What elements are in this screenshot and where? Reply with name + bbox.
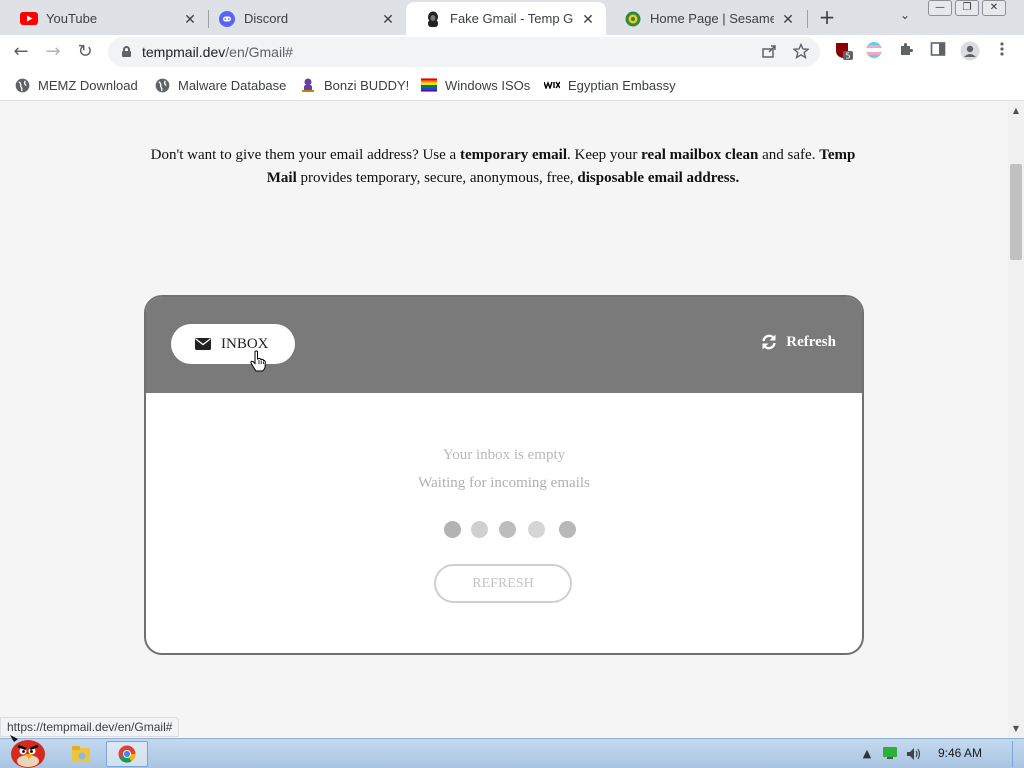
url-path: /en/Gmail# (225, 44, 293, 60)
tab-label: Fake Gmail - Temp GMail (450, 11, 574, 26)
globe-icon (14, 77, 30, 93)
file-explorer-icon[interactable] (66, 741, 96, 767)
url-host: tempmail.dev (142, 44, 226, 60)
refresh-icon (760, 333, 778, 351)
refresh-label: Refresh (786, 333, 836, 350)
tab-fake-gmail[interactable]: Fake Gmail - Temp GMail ✕ (406, 2, 606, 35)
back-button[interactable]: ← (10, 41, 32, 63)
inbox-button[interactable]: INBOX (171, 324, 295, 364)
windows-taskbar: ▲ 9:46 AM (0, 735, 1024, 768)
tab-label: YouTube (46, 11, 98, 26)
url-text[interactable]: tempmail.dev/en/Gmail# (142, 44, 293, 60)
youtube-icon (20, 11, 38, 27)
intro-text: Don't want to give them your email addre… (140, 144, 866, 190)
intro-bold: disposable email address. (577, 170, 740, 186)
tab-discord[interactable]: Discord ✕ (200, 2, 406, 35)
bookmark-bonzi-buddy[interactable]: Bonzi BUDDY! (300, 75, 409, 95)
minimize-button[interactable]: — (928, 0, 952, 16)
restore-button[interactable]: ❐ (955, 0, 979, 16)
address-bar[interactable]: tempmail.dev/en/Gmail# (108, 37, 820, 67)
share-icon[interactable] (760, 43, 778, 61)
bookmark-star-icon[interactable] (792, 42, 810, 61)
tab-strip: YouTube ✕ Discord ✕ Fake Gmail - Temp GM… (0, 0, 1024, 35)
menu-kebab-icon[interactable] (992, 41, 1012, 61)
scroll-down-arrow-icon[interactable]: ▼ (1008, 722, 1024, 736)
loading-dot (559, 521, 576, 538)
tab-close-icon[interactable]: ✕ (580, 11, 596, 27)
bookmark-windows-isos[interactable]: Windows ISOs (421, 75, 530, 95)
tab-label: Discord (244, 11, 289, 26)
loading-dot (499, 521, 516, 538)
new-tab-button[interactable]: + (816, 6, 838, 28)
inbox-header: INBOX Refresh (146, 297, 862, 393)
loading-dot (444, 521, 461, 538)
reload-button[interactable]: ↻ (74, 41, 96, 63)
close-window-button[interactable]: ✕ (982, 0, 1006, 16)
intro-bold: temporary email (459, 147, 568, 163)
inbox-card: INBOX Refresh Your inbox is empty Waitin… (144, 295, 864, 655)
bookmark-label: MEMZ Download (38, 77, 138, 93)
globe-icon (154, 77, 170, 93)
intro-part: . Keep your (567, 147, 642, 163)
puzzle-extensions-icon[interactable] (896, 41, 916, 61)
bookmark-egyptian-embassy[interactable]: Egyptian Embassy (544, 75, 676, 95)
chrome-taskbar-icon[interactable] (106, 741, 148, 767)
intro-part: Don't want to give them your email addre… (150, 147, 460, 163)
tab-close-icon[interactable]: ✕ (380, 11, 396, 27)
volume-icon[interactable] (906, 747, 921, 761)
loading-dot (528, 521, 545, 538)
extension-badge: 5 (845, 52, 850, 61)
loading-dot (471, 521, 488, 538)
bookmark-label: Egyptian Embassy (568, 77, 676, 93)
tab-label: Home Page | Sesame Street (650, 11, 774, 26)
trans-flag-extension-icon[interactable] (864, 41, 884, 61)
envelope-icon (195, 338, 211, 350)
tab-youtube[interactable]: YouTube ✕ (2, 2, 208, 35)
refresh-button[interactable]: REFRESH (434, 564, 572, 603)
scroll-up-arrow-icon[interactable]: ▲ (1008, 104, 1024, 118)
start-button-angry-bird-icon[interactable] (2, 733, 50, 768)
refresh-link[interactable]: Refresh (760, 333, 836, 351)
discord-icon (218, 10, 236, 27)
empty-inbox-subtitle: Waiting for incoming emails (418, 475, 590, 491)
forward-button[interactable]: → (42, 41, 64, 63)
tab-sesame-street[interactable]: Home Page | Sesame Street ✕ (606, 2, 806, 35)
intro-part: and safe. (758, 147, 820, 163)
bonzi-icon (300, 77, 316, 93)
bookmark-malware-database[interactable]: Malware Database (154, 75, 286, 95)
window-controls: — ❐ ✕ (925, 0, 1006, 18)
profile-avatar-icon[interactable] (960, 41, 980, 61)
bookmark-label: Malware Database (178, 77, 287, 93)
vertical-scrollbar[interactable]: ▲ ▼ (1008, 102, 1024, 737)
hacker-icon (424, 11, 442, 27)
hand-cursor-icon (250, 350, 266, 372)
network-icon[interactable] (883, 747, 897, 761)
side-panel-icon[interactable] (928, 41, 948, 61)
wix-icon (544, 77, 560, 93)
rainbow-flag-icon (421, 77, 437, 93)
intro-bold: real mailbox clean (641, 147, 759, 163)
empty-inbox-title: Your inbox is empty (442, 447, 566, 463)
show-desktop-button[interactable] (1012, 741, 1022, 767)
tab-close-icon[interactable]: ✕ (182, 11, 198, 27)
bookmarks-bar: MEMZ Download Malware Database Bonzi BUD… (0, 69, 1024, 101)
bookmark-memz[interactable]: MEMZ Download (14, 75, 138, 95)
bookmark-label: Bonzi BUDDY! (324, 77, 410, 93)
tab-divider (807, 10, 808, 28)
taskbar-clock[interactable]: 9:46 AM (938, 746, 982, 760)
scroll-thumb[interactable] (1010, 164, 1022, 260)
intro-part: provides temporary, secure, anonymous, f… (296, 170, 578, 186)
lock-icon[interactable] (122, 46, 131, 57)
browser-toolbar: ← → ↻ tempmail.dev/en/Gmail# 5 (0, 35, 1024, 69)
sesame-icon (624, 11, 642, 27)
tab-search-icon[interactable]: ⌄ (896, 8, 914, 26)
tab-close-icon[interactable]: ✕ (780, 11, 796, 27)
show-hidden-icons-arrow-icon[interactable]: ▲ (860, 747, 874, 761)
ublock-extension-icon[interactable]: 5 (834, 41, 854, 61)
page-content: Don't want to give them your email addre… (0, 102, 1008, 737)
bookmark-label: Windows ISOs (445, 77, 531, 93)
